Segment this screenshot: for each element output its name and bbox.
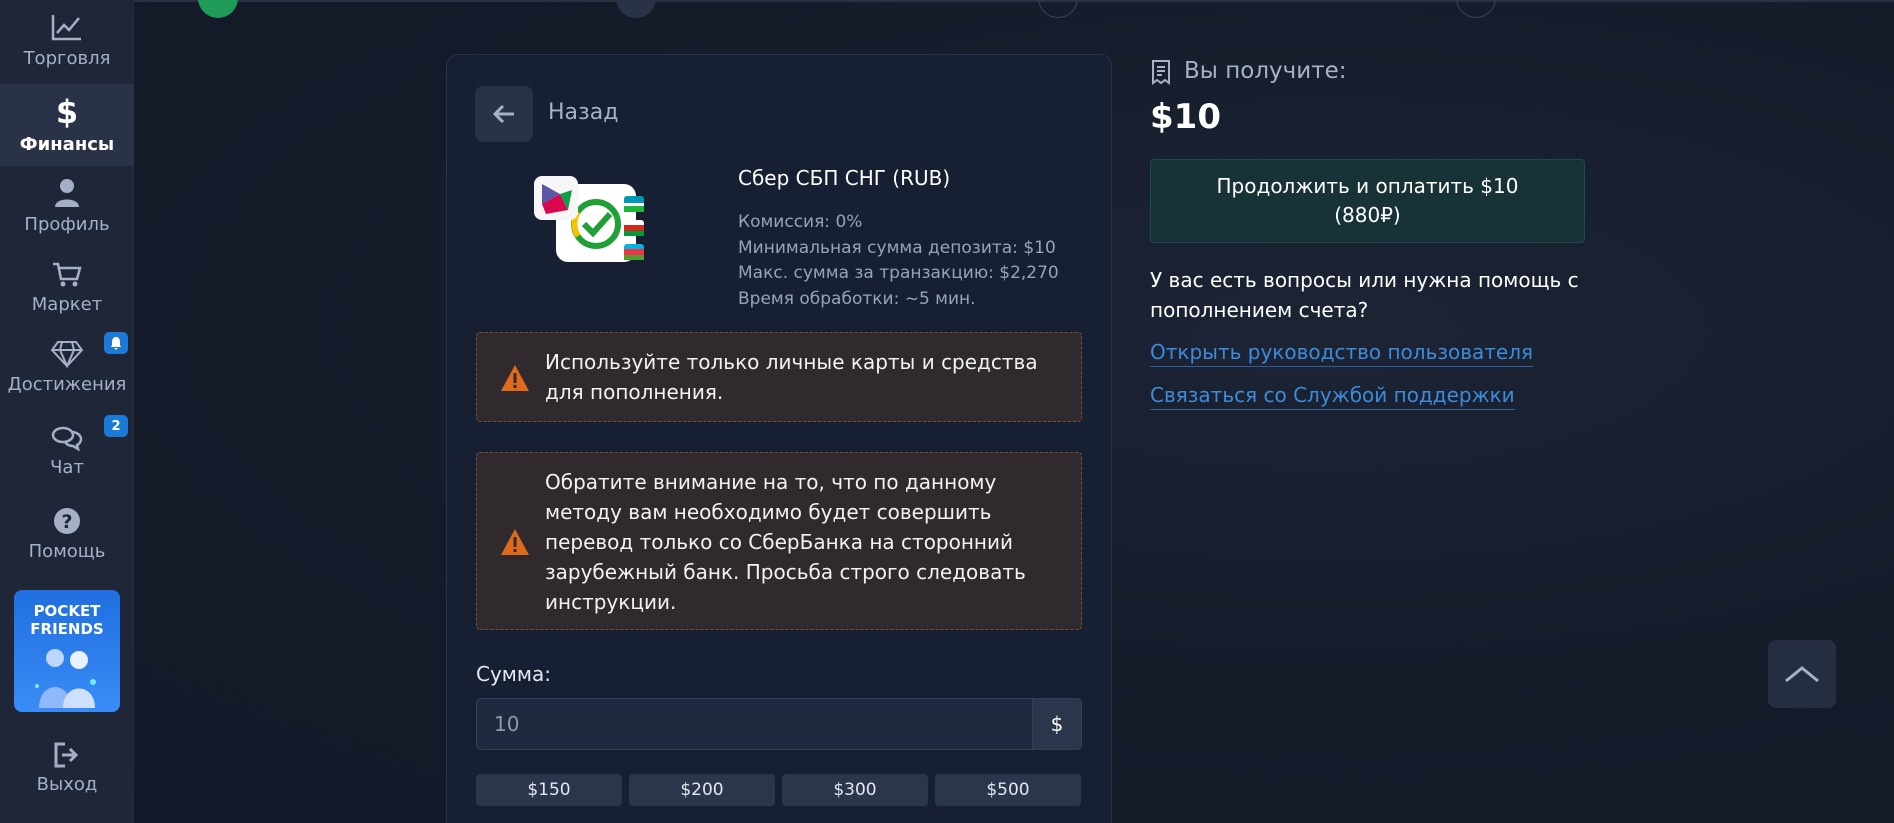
sidebar-item-label: Профиль [24, 214, 110, 235]
preset-amount-button[interactable]: $500 [935, 774, 1081, 806]
chart-line-icon [51, 15, 81, 41]
promo-title-line2: FRIENDS [30, 620, 104, 638]
step-indicator-last [1456, 0, 1496, 18]
svg-text:?: ? [61, 511, 72, 533]
friends-illustration-icon [35, 649, 96, 708]
commission-text: Комиссия: 0% [738, 212, 863, 232]
alert-text-line: зарубежный банк. Просьба строго следоват… [545, 560, 1026, 584]
continue-pay-button[interactable]: Продолжить и оплатить $10 (880₽) [1150, 159, 1585, 243]
processing-time-text: Время обработки: ~5 мин. [738, 288, 976, 309]
receipt-icon [1152, 60, 1170, 85]
contact-support-link[interactable]: Связаться со Службой поддержки [1150, 383, 1515, 410]
back-button[interactable] [475, 86, 533, 142]
scroll-to-top-button[interactable] [1768, 640, 1836, 708]
sidebar-item-label: Достижения [7, 374, 127, 395]
sidebar-item-help[interactable]: ? Помощь [0, 507, 134, 569]
sidebar-item-label: Финансы [19, 134, 115, 155]
back-label[interactable]: Назад [548, 100, 618, 125]
payment-method-details: Комиссия: 0% Минимальная сумма депозита:… [738, 210, 1059, 312]
sidebar-item-label: Маркет [31, 294, 103, 315]
achievements-notification-badge [104, 332, 128, 354]
top-divider [134, 0, 1894, 2]
pay-button-rub-amount: (880₽) [1334, 203, 1401, 227]
payment-method-name: Сбер СБП СНГ (RUB) [738, 166, 951, 190]
dollar-icon: $ [56, 94, 78, 128]
warning-alert-personal-cards: Используйте только личные карты и средст… [476, 332, 1082, 422]
receive-label: Вы получите: [1184, 58, 1347, 84]
help-icon: ? [54, 508, 80, 534]
alert-text-line: перевод только со СберБанка на сторонний [545, 530, 1014, 554]
alert-text-line: Используйте только личные карты и средст… [545, 350, 1038, 374]
sidebar-item-market[interactable]: Маркет [0, 262, 134, 324]
sidebar-item-logout[interactable]: Выход [0, 742, 134, 804]
cart-icon [53, 262, 82, 287]
alert-text-line: методу вам необходимо будет совершить [545, 500, 992, 524]
alert-text: Обратите внимание на то, что по данному … [545, 467, 1026, 617]
amount-input[interactable] [476, 698, 1032, 750]
sidebar-item-label: Чат [50, 457, 84, 478]
arrow-left-icon [492, 104, 514, 124]
step-indicator-next [1038, 0, 1078, 18]
svg-text:$: $ [56, 94, 78, 128]
sber-sbp-logo-icon [534, 176, 644, 262]
alert-text-line: для пополнения. [545, 380, 724, 404]
preset-amount-button[interactable]: $200 [629, 774, 775, 806]
sidebar-item-profile[interactable]: Профиль [0, 178, 134, 248]
sidebar-item-label: Помощь [28, 541, 106, 562]
user-guide-link[interactable]: Открыть руководство пользователя [1150, 340, 1534, 367]
warning-alert-sberbank-transfer: Обратите внимание на то, что по данному … [476, 452, 1082, 630]
logout-icon [54, 742, 79, 768]
preset-amount-button[interactable]: $300 [782, 774, 928, 806]
warning-icon [501, 529, 529, 555]
user-icon [55, 179, 79, 207]
alert-text: Используйте только личные карты и средст… [545, 347, 1038, 407]
step-indicator-done [198, 0, 238, 18]
promo-title-line1: POCKET [33, 602, 101, 620]
step-indicator-current [616, 0, 656, 18]
chat-icon [51, 426, 83, 451]
logout-label: Выход [36, 774, 98, 795]
sidebar-item-label: Торговля [23, 48, 111, 69]
help-question: У вас есть вопросы или нужна помощь с по… [1150, 268, 1579, 322]
max-transaction-text: Макс. сумма за транзакцию: $2,270 [738, 263, 1059, 283]
amount-label: Сумма: [476, 662, 551, 686]
alert-text-line: инструкции. [545, 590, 677, 614]
receive-amount: $10 [1150, 97, 1221, 137]
alert-text-line: Обратите внимание на то, что по данному [545, 470, 997, 494]
sidebar-item-finance[interactable]: $ Финансы [0, 84, 134, 166]
pay-button-label: Продолжить и оплатить $10 [1216, 174, 1519, 198]
chevron-up-icon [1785, 666, 1819, 683]
chat-unread-badge: 2 [104, 415, 128, 437]
bell-icon [111, 337, 121, 350]
currency-addon: $ [1032, 698, 1082, 750]
min-deposit-text: Минимальная сумма депозита: $10 [738, 237, 1056, 258]
preset-amount-button[interactable]: $150 [476, 774, 622, 806]
diamond-icon [50, 341, 84, 368]
sidebar: Торговля $ Финансы Профиль Маркет Достиж… [0, 0, 134, 823]
warning-icon [501, 365, 529, 391]
pocket-friends-promo[interactable]: POCKET FRIENDS [14, 590, 120, 712]
sidebar-item-trading[interactable]: Торговля [0, 12, 134, 82]
